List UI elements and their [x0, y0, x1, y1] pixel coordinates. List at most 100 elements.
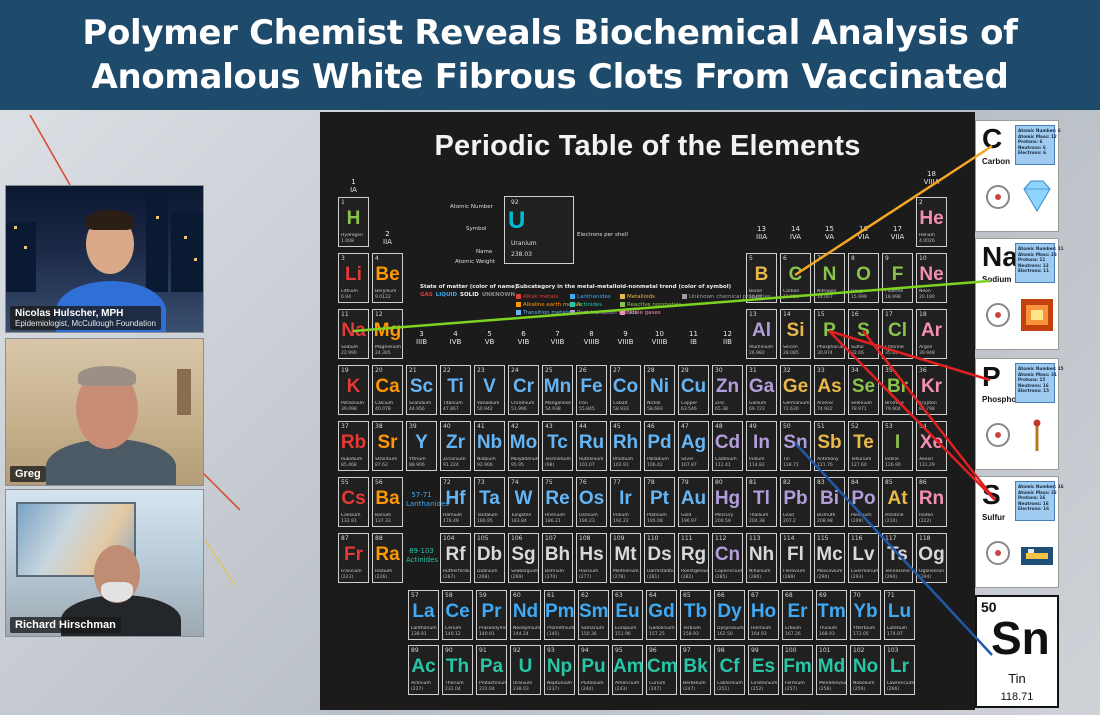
element-name: Caesium	[341, 513, 361, 518]
element-symbol: U	[518, 656, 533, 677]
category-label: Actinides	[577, 302, 603, 308]
element-name: Radon	[919, 513, 934, 518]
element-cell-tc: 43 Tc Technetium (98)	[542, 421, 573, 471]
group-label: 3 IIIB	[406, 330, 437, 346]
element-name: Bismuth	[817, 513, 836, 518]
element-cell-be: 4 Be Beryllium 9.0122	[372, 253, 403, 303]
card-info-line: Electrons: 15	[1018, 388, 1049, 394]
element-symbol: Ni	[650, 376, 669, 397]
element-weight: (145)	[547, 632, 560, 637]
element-number: 89	[411, 647, 419, 654]
element-cell-in: 49 In Indium 114.82	[746, 421, 777, 471]
element-number: 52	[851, 423, 859, 430]
element-cell-p: 15 P Phosphorus 30.974	[814, 309, 845, 359]
element-name: Cerium	[445, 626, 462, 631]
element-name: Bohrium	[545, 569, 565, 574]
element-symbol: Ra	[375, 544, 400, 565]
element-number: 8	[851, 255, 855, 262]
city-light	[24, 246, 27, 249]
element-symbol: I	[894, 432, 901, 453]
element-name: Rutherfordium	[443, 569, 471, 574]
headline-line-1: Polymer Chemist Reveals Biochemical Anal…	[82, 13, 1018, 53]
element-number: 43	[545, 423, 553, 430]
element-symbol: Pu	[581, 656, 606, 677]
element-symbol: Mg	[373, 320, 402, 341]
card-symbol: Sn	[991, 612, 1050, 664]
group-roman: VA	[824, 233, 835, 241]
video-tile-richard[interactable]: Richard Hirschman	[5, 489, 204, 637]
element-symbol: Sc	[409, 376, 434, 397]
element-weight: 114.82	[749, 463, 765, 468]
element-cell-mt: 109 Mt Meitnerium (278)	[610, 533, 641, 583]
video-tile-nicolas[interactable]: Nicolas Hulscher, MPH Epidemiologist, Mc…	[5, 185, 204, 333]
ship-icon	[1021, 547, 1053, 565]
city-building	[6, 222, 36, 292]
element-number: 91	[479, 647, 487, 654]
group-number: 8	[589, 330, 594, 338]
state-label: SOLID	[460, 292, 479, 298]
element-number: 67	[751, 592, 759, 599]
card-symbol: P	[982, 361, 1001, 392]
element-weight: 69.723	[749, 407, 765, 412]
element-name: Radium	[375, 569, 393, 574]
element-weight: 106.42	[647, 463, 663, 468]
element-weight: (243)	[615, 687, 628, 692]
group-number: 12	[723, 330, 732, 338]
element-cell-ac: 89 Ac Actinium (227)	[408, 645, 439, 695]
element-name: Seaborgium	[511, 569, 539, 574]
element-weight: 204.38	[749, 519, 765, 524]
element-cell-cr: 24 Cr Chromium 51.996	[508, 365, 539, 415]
card-info-line: Atomic Number: 11	[1018, 246, 1064, 251]
participant-title: Epidemiologist, McCullough Foundation	[15, 319, 156, 328]
element-cell-fl: 114 Fl Flerovium (289)	[780, 533, 811, 583]
element-name: Gold	[681, 513, 692, 518]
card-info-line: Electrons: 6	[1018, 150, 1047, 156]
element-number: 79	[681, 479, 689, 486]
element-weight: 65.38	[715, 407, 728, 412]
category-label: Metalloids	[627, 294, 655, 300]
element-symbol: Cm	[647, 656, 678, 677]
element-weight: 127.60	[851, 463, 867, 468]
element-weight: 9.0122	[375, 295, 391, 300]
element-number: 54	[919, 423, 927, 430]
element-name: Nickel	[647, 401, 661, 406]
element-cell-pd: 46 Pd Palladium 106.42	[644, 421, 675, 471]
element-symbol: Li	[345, 264, 362, 285]
card-info-line: Atomic Number: 16	[1018, 484, 1064, 489]
element-weight: 58.933	[613, 407, 629, 412]
element-name: Hafnium	[443, 513, 463, 518]
element-cell-h: 1 H Hydrogen 1.008	[338, 197, 369, 247]
city-building	[146, 197, 168, 292]
element-symbol: Pd	[647, 432, 672, 453]
element-number: 66	[717, 592, 725, 599]
element-name: Silver	[681, 457, 694, 462]
element-weight: 92.906	[477, 463, 493, 468]
element-number: 1	[341, 199, 345, 206]
element-weight: 4.0026	[919, 239, 935, 244]
group-roman: VIIIA	[923, 178, 940, 186]
card-symbol: C	[982, 123, 1003, 154]
element-weight: (223)	[341, 575, 354, 580]
element-cell-bk: 97 Bk Berkelium (247)	[680, 645, 711, 695]
participant-name-tag: Nicolas Hulscher, MPH Epidemiologist, Mc…	[10, 306, 161, 330]
match-icon	[1033, 419, 1041, 451]
element-number: 116	[851, 535, 863, 542]
element-weight: (227)	[411, 687, 424, 692]
category-swatch	[570, 310, 575, 315]
element-weight: 63.546	[681, 407, 697, 412]
group-roman: VIA	[857, 233, 870, 241]
element-weight: 180.95	[477, 519, 493, 524]
element-name: Curium	[649, 681, 666, 686]
element-name: Silicon	[783, 345, 798, 350]
element-name: Lawrencium	[887, 681, 915, 686]
card-info-line: Electrons: 16	[1018, 506, 1049, 512]
category-legend-item: Actinides	[570, 302, 602, 308]
video-tile-greg[interactable]: Greg	[5, 338, 204, 486]
element-cell-bi: 83 Bi Bismuth 208.98	[814, 477, 845, 527]
element-name: Astatine	[885, 513, 904, 518]
group-roman: VIIA	[890, 233, 905, 241]
group-number: 16	[859, 225, 868, 233]
element-weight: 91.224	[443, 463, 459, 468]
element-cell-ta: 73 Ta Tantalum 180.95	[474, 477, 505, 527]
element-symbol: Fe	[580, 376, 603, 397]
